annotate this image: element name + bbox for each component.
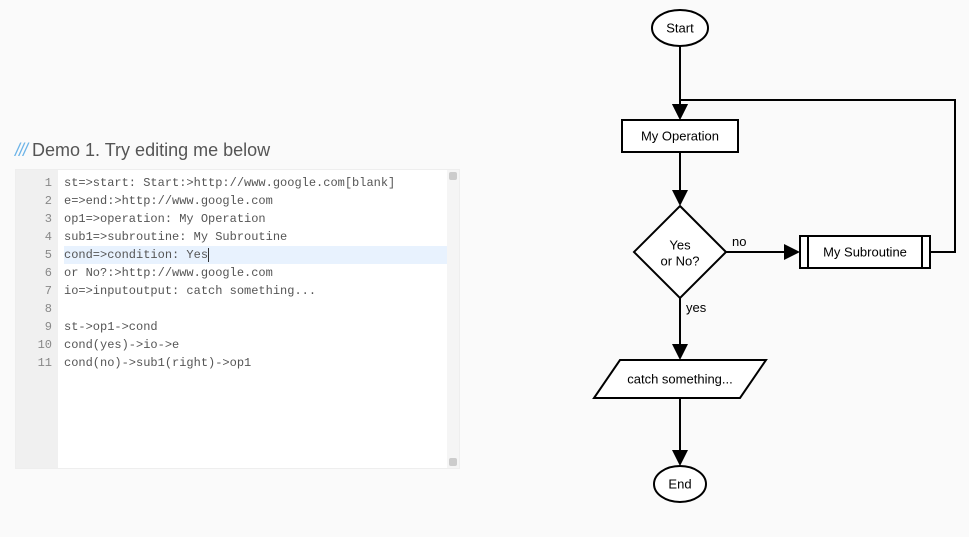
line-number: 9 [16, 318, 52, 336]
line-number: 10 [16, 336, 52, 354]
node-condition-line2: or No? [660, 253, 699, 268]
line-number: 8 [16, 300, 52, 318]
node-end-label: End [668, 476, 691, 491]
scroll-up-icon[interactable] [449, 172, 457, 180]
code-line[interactable]: op1=>operation: My Operation [64, 210, 459, 228]
code-line[interactable]: sub1=>subroutine: My Subroutine [64, 228, 459, 246]
code-line[interactable]: cond(no)->sub1(right)->op1 [64, 354, 459, 372]
node-start-label: Start [666, 20, 694, 35]
heading-slashes: /// [15, 140, 27, 160]
node-end[interactable]: End [654, 466, 706, 502]
line-number: 4 [16, 228, 52, 246]
code-body[interactable]: st=>start: Start:>http://www.google.com[… [58, 170, 459, 468]
line-number: 5 [16, 246, 52, 264]
line-number: 7 [16, 282, 52, 300]
line-number: 11 [16, 354, 52, 372]
node-subroutine-label: My Subroutine [823, 244, 907, 259]
node-operation[interactable]: My Operation [622, 120, 738, 152]
node-start[interactable]: Start [652, 10, 708, 46]
text-cursor [208, 248, 209, 262]
line-number: 6 [16, 264, 52, 282]
editor-panel: /// Demo 1. Try editing me below 1234567… [15, 140, 460, 469]
node-io[interactable]: catch something... [594, 360, 766, 398]
editor-scrollbar[interactable] [447, 170, 459, 468]
node-subroutine[interactable]: My Subroutine [800, 236, 930, 268]
node-condition-line1: Yes [669, 237, 691, 252]
code-line[interactable]: cond=>condition: Yes [64, 246, 459, 264]
demo-heading: /// Demo 1. Try editing me below [15, 140, 460, 161]
code-line[interactable] [64, 300, 459, 318]
code-line[interactable]: io=>inputoutput: catch something... [64, 282, 459, 300]
code-editor[interactable]: 1234567891011 st=>start: Start:>http://w… [15, 169, 460, 469]
node-condition[interactable]: Yes or No? [634, 206, 726, 298]
node-operation-label: My Operation [641, 128, 719, 143]
scroll-down-icon[interactable] [449, 458, 457, 466]
line-number: 3 [16, 210, 52, 228]
code-line[interactable]: cond(yes)->io->e [64, 336, 459, 354]
heading-text: Demo 1. Try editing me below [32, 140, 270, 160]
code-line[interactable]: st->op1->cond [64, 318, 459, 336]
edge-label-yes: yes [686, 300, 707, 315]
line-gutter: 1234567891011 [16, 170, 58, 468]
code-line[interactable]: or No?:>http://www.google.com [64, 264, 459, 282]
code-line[interactable]: e=>end:>http://www.google.com [64, 192, 459, 210]
code-line[interactable]: st=>start: Start:>http://www.google.com[… [64, 174, 459, 192]
node-io-label: catch something... [627, 371, 733, 386]
flowchart-svg: Start My Operation Yes or No? yes no My … [480, 0, 969, 532]
line-number: 2 [16, 192, 52, 210]
line-number: 1 [16, 174, 52, 192]
flowchart-diagram: Start My Operation Yes or No? yes no My … [480, 0, 969, 532]
edge-label-no: no [732, 234, 746, 249]
